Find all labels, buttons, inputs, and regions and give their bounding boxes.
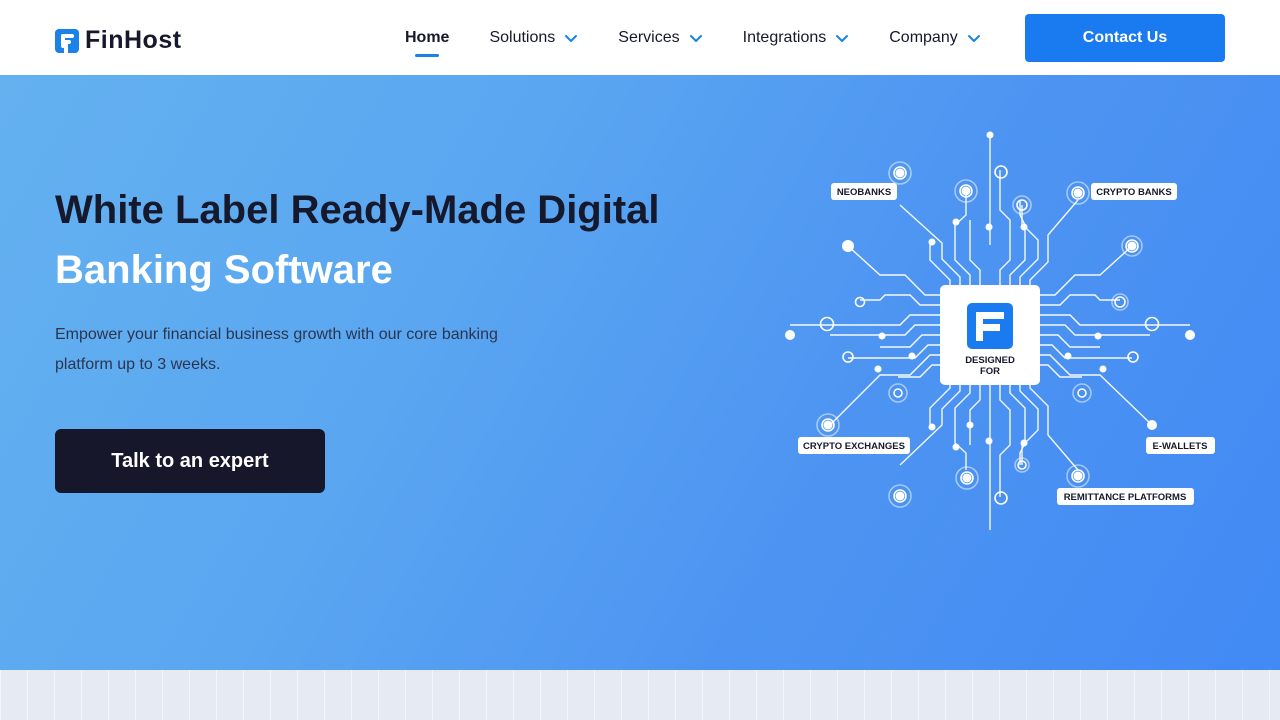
brand-name: FinHost bbox=[85, 26, 182, 54]
svg-text:NEOBANKS: NEOBANKS bbox=[837, 187, 891, 198]
contact-us-button[interactable]: Contact Us bbox=[1025, 14, 1225, 62]
brand-logo[interactable]: FinHost bbox=[55, 26, 182, 55]
chip-label-designed: DESIGNED bbox=[965, 355, 1015, 366]
svg-text:E-WALLETS: E-WALLETS bbox=[1153, 441, 1208, 452]
hero-title-line-1: White Label Ready-Made Digital bbox=[55, 188, 660, 232]
chevron-down-icon bbox=[565, 34, 578, 42]
nav-item-label: Integrations bbox=[742, 28, 827, 46]
svg-text:REMITTANCE PLATFORMS: REMITTANCE PLATFORMS bbox=[1064, 492, 1187, 503]
nav-item-integrations[interactable]: Integrations bbox=[743, 0, 850, 75]
tag-neobanks: NEOBANKS bbox=[831, 183, 897, 200]
circuit-illustration: DESIGNED FOR NEOBANKS CRYPTO BANKS CRYPT… bbox=[785, 131, 1215, 530]
nav-item-services[interactable]: Services bbox=[618, 0, 702, 75]
chevron-down-icon bbox=[836, 34, 849, 42]
nav-item-company[interactable]: Company bbox=[889, 0, 980, 75]
finhost-logo-icon bbox=[55, 28, 79, 53]
chip-label-for: FOR bbox=[980, 366, 1000, 377]
main-nav: Home Solutions Services Integrations Com… bbox=[405, 0, 1021, 75]
site-header: FinHost Home Solutions Services Integrat… bbox=[0, 0, 1280, 75]
chevron-down-icon bbox=[689, 34, 702, 42]
svg-text:CRYPTO BANKS: CRYPTO BANKS bbox=[1096, 187, 1171, 198]
tag-crypto-exchanges: CRYPTO EXCHANGES bbox=[798, 437, 910, 454]
svg-text:CRYPTO EXCHANGES: CRYPTO EXCHANGES bbox=[803, 441, 905, 452]
tag-remittance-platforms: REMITTANCE PLATFORMS bbox=[1057, 488, 1194, 505]
nav-item-label: Services bbox=[618, 28, 680, 46]
next-section-strip bbox=[0, 670, 1280, 720]
nav-item-home[interactable]: Home bbox=[405, 0, 449, 75]
nav-item-label: Company bbox=[889, 28, 958, 46]
nav-item-solutions[interactable]: Solutions bbox=[489, 0, 578, 75]
hero-title-line-2: Banking Software bbox=[55, 248, 393, 292]
hero-section: White Label Ready-Made Digital Banking S… bbox=[0, 75, 1280, 670]
tag-e-wallets: E-WALLETS bbox=[1146, 437, 1215, 454]
hero-title: White Label Ready-Made Digital Banking S… bbox=[55, 180, 715, 300]
hero-subtitle: Empower your financial business growth w… bbox=[55, 326, 498, 373]
nav-item-label: Home bbox=[405, 28, 450, 46]
chevron-down-icon bbox=[967, 34, 980, 42]
talk-to-expert-button[interactable]: Talk to an expert bbox=[55, 429, 325, 493]
nav-item-label: Solutions bbox=[489, 28, 556, 46]
tag-crypto-banks: CRYPTO BANKS bbox=[1091, 183, 1177, 200]
